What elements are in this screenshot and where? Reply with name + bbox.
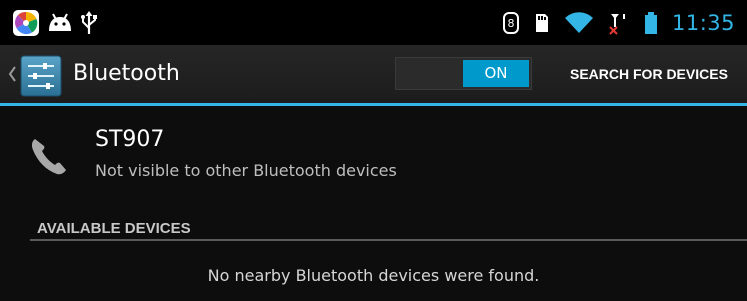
status-bar-notifications	[12, 8, 98, 38]
page-title: Bluetooth	[73, 61, 180, 86]
settings-app-icon[interactable]	[19, 54, 63, 98]
usb-icon	[80, 10, 98, 36]
up-caret-icon[interactable]	[8, 66, 17, 86]
battery-icon	[644, 11, 658, 35]
wifi-icon	[564, 11, 594, 35]
toggle-state-label: ON	[463, 60, 529, 87]
clock: 11:35	[671, 11, 735, 35]
launcher-app-icon	[12, 9, 40, 37]
section-divider	[30, 239, 747, 241]
empty-devices-message: No nearby Bluetooth devices were found.	[207, 266, 540, 285]
search-for-devices-button[interactable]: SEARCH FOR DEVICES	[570, 64, 728, 84]
android-notification-icon	[46, 11, 74, 35]
available-devices-header: AVAILABLE DEVICES	[37, 220, 191, 237]
status-bar-system-icons: 8 11:35	[502, 8, 735, 38]
bluetooth-toggle[interactable]: ON	[395, 57, 532, 90]
sd-card-icon	[534, 12, 550, 34]
no-signal-icon	[608, 11, 630, 35]
phone-icon	[29, 136, 69, 180]
device-visibility-status[interactable]: Not visible to other Bluetooth devices	[95, 160, 397, 182]
sync-icon: 8	[502, 11, 520, 35]
device-name[interactable]: ST907	[95, 126, 164, 154]
svg-text:8: 8	[507, 17, 514, 30]
status-bar: 8 11:35	[0, 0, 747, 45]
